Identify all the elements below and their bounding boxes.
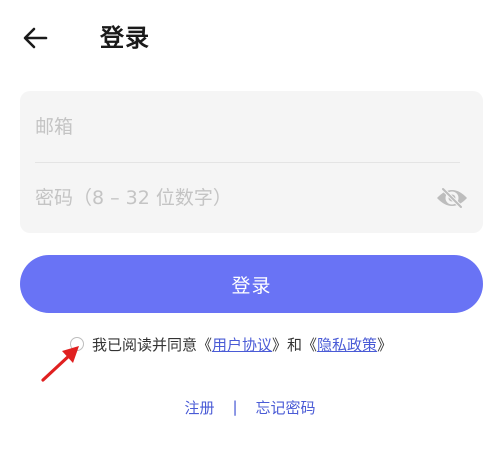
privacy-policy-link[interactable]: 隐私政策	[317, 334, 377, 355]
page-title: 登录	[100, 24, 150, 52]
bottom-links: 注册 | 忘记密码	[0, 393, 500, 421]
agreement-row: 我已阅读并同意《 用户协议 》和《 隐私政策 》	[70, 331, 392, 357]
eye-off-icon	[437, 187, 467, 209]
user-agreement-link[interactable]: 用户协议	[212, 334, 272, 355]
login-form	[20, 91, 483, 233]
app-header: 登录	[0, 0, 500, 80]
password-input[interactable]	[35, 163, 460, 233]
link-separator: |	[232, 398, 238, 416]
password-visibility-toggle[interactable]	[435, 183, 469, 213]
email-field-container	[35, 92, 460, 162]
register-link[interactable]: 注册	[184, 397, 214, 418]
email-input[interactable]	[35, 92, 460, 162]
forgot-password-link[interactable]: 忘记密码	[256, 397, 316, 418]
arrow-left-icon	[23, 27, 48, 49]
agreement-prefix-text: 我已阅读并同意《	[92, 335, 213, 354]
annotation-arrow-icon	[41, 346, 79, 382]
back-button[interactable]	[18, 18, 58, 58]
agreement-suffix-text: 》	[377, 335, 393, 354]
login-button[interactable]: 登录	[20, 255, 483, 313]
agreement-middle-text: 》和《	[272, 335, 318, 354]
password-field-container	[35, 163, 460, 233]
